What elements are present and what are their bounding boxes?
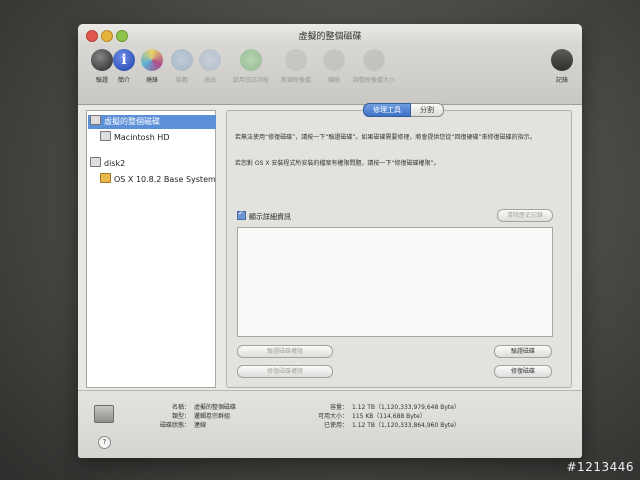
- info-value: 115 KB（114,688 Byte）: [352, 413, 426, 420]
- sidebar-item-label: 虛擬的整個磁碟: [104, 117, 160, 126]
- hard-disk-icon: [90, 115, 101, 125]
- sidebar-item-label: disk2: [104, 159, 126, 168]
- watermark-id: #1213446: [566, 460, 634, 474]
- info-value: 連線: [194, 422, 207, 429]
- toolbar-convert[interactable]: 轉換: [316, 49, 352, 84]
- mount-icon: [171, 49, 193, 71]
- toolbar-label: 記錄: [555, 77, 568, 84]
- first-aid-description: 若無法使用“修復磁碟”，請按一下“驗證磁碟”。如果磁碟需要修理，將會提供您從“回…: [235, 134, 536, 141]
- repair-disk-button[interactable]: 修復磁碟: [494, 365, 552, 378]
- log-icon: [551, 49, 573, 71]
- toolbar-label: 新增映像檔: [280, 77, 311, 84]
- hard-disk-icon: [90, 157, 101, 167]
- info-key: 磁碟狀態：: [159, 422, 190, 429]
- info-value: 1.12 TB（1,120,333,979,648 Byte）: [352, 404, 460, 411]
- toolbar-eject[interactable]: 退出: [192, 49, 228, 84]
- window-title: 虛擬的整個磁碟: [298, 32, 362, 42]
- permissions-description: 若您對 OS X 安裝程式所安裝的檔案有權限問題，請按一下“修復磁碟權限”。: [235, 160, 440, 167]
- info-name: 名稱： 虛擬的整個磁碟: [140, 403, 236, 412]
- toolbar-label: 轉換: [327, 77, 340, 84]
- sidebar-item-virtual-disk[interactable]: 虛擬的整個磁碟: [88, 115, 216, 129]
- info-key: 名稱：: [171, 404, 190, 411]
- first-aid-panel: 修理工具 分割 若無法使用“修復磁碟”，請按一下“驗證磁碟”。如果磁碟需要修理，…: [226, 103, 572, 388]
- tab-first-aid[interactable]: 修理工具: [363, 103, 411, 117]
- info-type: 類型： 邏輯卷宗群組: [140, 412, 230, 421]
- eject-icon: [199, 49, 221, 71]
- toolbar-journal[interactable]: 啟用日誌功能: [231, 49, 271, 84]
- info-key: 已使用：: [323, 422, 348, 429]
- show-details-label: 顯示詳細資訊: [249, 213, 291, 221]
- info-key: 容量：: [329, 404, 348, 411]
- info-icon: i: [113, 49, 135, 71]
- info-available: 可用大小： 115 KB（114,688 Byte）: [300, 412, 426, 421]
- disk-list-sidebar: 虛擬的整個磁碟 Macintosh HD disk2 OS X 10.8.2 B…: [86, 110, 216, 388]
- repair-permissions-button[interactable]: 修復磁碟權限: [237, 365, 333, 378]
- info-key: 類型：: [171, 413, 190, 420]
- sidebar-item-base-system[interactable]: OS X 10.8.2 Base System: [100, 173, 216, 187]
- toolbar: 驗證 i 簡介 燒錄 裝載 退出 啟用日誌功能 新增映像檔 轉換 調整映像檔大小…: [78, 46, 582, 105]
- toolbar-label: 退出: [203, 77, 216, 84]
- sidebar-item-label: Macintosh HD: [114, 133, 170, 142]
- title-bar: 虛擬的整個磁碟: [78, 24, 582, 46]
- disk-utility-window: 虛擬的整個磁碟 驗證 i 簡介 燒錄 裝載 退出 啟用日誌功能 新增映像檔 轉換…: [78, 24, 582, 458]
- resize-image-icon: [363, 49, 385, 71]
- convert-icon: [323, 49, 345, 71]
- verify-disk-button[interactable]: 驗證磁碟: [494, 345, 552, 358]
- toolbar-log[interactable]: 記錄: [544, 49, 580, 84]
- journal-icon: [240, 49, 262, 71]
- checkbox-checked-icon: [237, 209, 246, 220]
- verify-permissions-button[interactable]: 驗證磁碟權限: [237, 345, 333, 358]
- new-image-icon: [285, 49, 307, 71]
- volume-icon: [100, 131, 111, 141]
- burn-disc-icon: [141, 49, 163, 71]
- tab-bar: 修理工具 分割: [363, 103, 444, 117]
- info-value: 虛擬的整個磁碟: [194, 404, 237, 411]
- toolbar-label: 調整映像檔大小: [352, 77, 395, 84]
- volume-icon: [100, 173, 111, 183]
- info-used: 已使用： 1.12 TB（1,120,333,864,960 Byte）: [300, 421, 460, 430]
- info-value: 1.12 TB（1,120,333,864,960 Byte）: [352, 422, 460, 429]
- sidebar-item-label: OS X 10.8.2 Base System: [114, 175, 216, 184]
- info-capacity: 容量： 1.12 TB（1,120,333,979,648 Byte）: [300, 403, 460, 412]
- tab-partition[interactable]: 分割: [411, 103, 444, 117]
- clear-history-button[interactable]: 清除歷史記錄: [497, 209, 553, 222]
- info-disk-status: 磁碟狀態： 連線: [140, 421, 206, 430]
- toolbar-resize-image[interactable]: 調整映像檔大小: [348, 49, 400, 84]
- hard-disk-icon: [94, 405, 114, 423]
- toolbar-label: 啟用日誌功能: [232, 77, 269, 84]
- disk-info-bar: ? 名稱： 虛擬的整個磁碟 類型： 邏輯卷宗群組 磁碟狀態： 連線 容量： 1.12 T…: [78, 390, 582, 458]
- sidebar-item-disk2[interactable]: disk2: [90, 157, 125, 171]
- help-icon[interactable]: ?: [98, 436, 111, 449]
- show-details-checkbox[interactable]: 顯示詳細資訊: [237, 209, 291, 222]
- info-key: 可用大小：: [317, 413, 348, 420]
- details-log-area[interactable]: [237, 227, 553, 337]
- sidebar-item-macintosh-hd[interactable]: Macintosh HD: [100, 131, 169, 145]
- info-value: 邏輯卷宗群組: [194, 413, 231, 420]
- toolbar-new-image[interactable]: 新增映像檔: [278, 49, 314, 84]
